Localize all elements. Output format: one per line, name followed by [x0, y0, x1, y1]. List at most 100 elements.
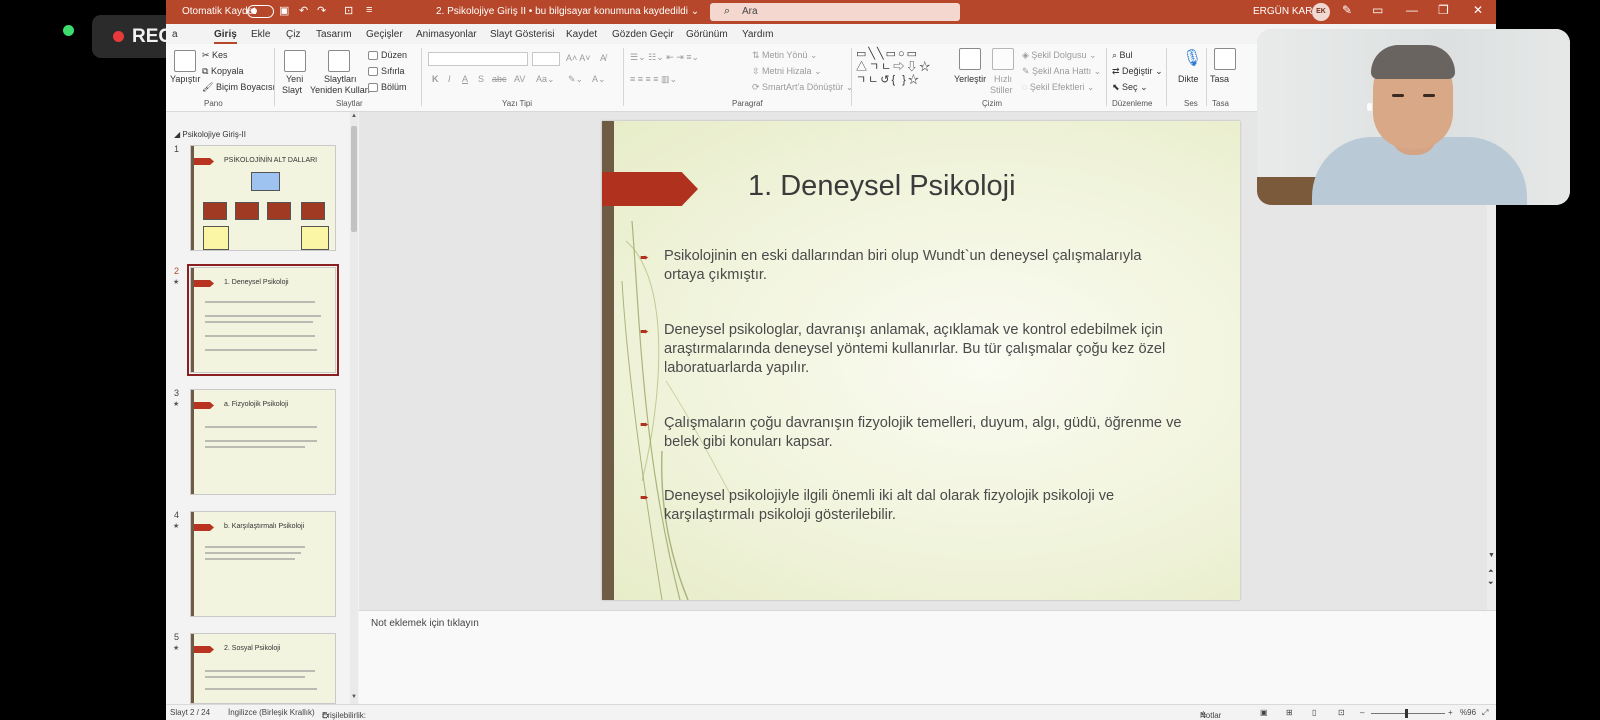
- customize-qat-icon[interactable]: ≡: [366, 4, 372, 16]
- tab-ciz[interactable]: Çiz: [286, 29, 300, 40]
- avatar[interactable]: EK: [1312, 3, 1330, 21]
- designer-icon[interactable]: [1214, 48, 1236, 70]
- tab-gorunum[interactable]: Görünüm: [686, 29, 728, 40]
- maximize-icon[interactable]: ❐: [1438, 3, 1449, 17]
- notes-placeholder[interactable]: Not eklemek için tıklayın: [371, 618, 479, 629]
- highlight-icon[interactable]: ✎⌄: [568, 74, 583, 85]
- scroll-up-icon[interactable]: ▲: [351, 113, 357, 119]
- scroll-thumb[interactable]: [351, 126, 357, 232]
- reuse-slides-label[interactable]: Slaytları: [324, 74, 357, 84]
- document-title[interactable]: 2. Psikolojiye Giriş II • bu bilgisayar …: [436, 6, 699, 17]
- slide-thumbnail-4[interactable]: b. Karşılaştırmalı Psikoloji: [190, 511, 336, 617]
- slide-bullet-3[interactable]: Çalışmaların çoğu davranışın fizyolojik …: [664, 414, 1184, 452]
- slideshow-icon[interactable]: ⊡: [1338, 708, 1345, 717]
- tab-kaydet[interactable]: Kaydet: [566, 29, 597, 40]
- dictate-button[interactable]: Dikte: [1178, 74, 1199, 84]
- bold-icon[interactable]: K: [432, 74, 439, 84]
- user-name[interactable]: ERGÜN KARA: [1253, 6, 1319, 17]
- new-slide-label-2[interactable]: Slayt: [282, 85, 302, 95]
- scroll-down-icon[interactable]: ▼: [1488, 552, 1495, 559]
- bullets-icon[interactable]: ☰⌄ ☷⌄ ⇤ ⇥ ≡⌄: [630, 52, 699, 63]
- tab-yardim[interactable]: Yardım: [742, 29, 774, 40]
- fit-slide-icon[interactable]: ⤢: [1482, 708, 1488, 718]
- slide-bullet-4[interactable]: Deneysel psikolojiyle ilgili önemli iki …: [664, 487, 1184, 525]
- thumbnails-scrollbar[interactable]: ▲ ▼: [350, 112, 358, 704]
- reset-button[interactable]: Sıfırla: [368, 66, 405, 77]
- smartart-button[interactable]: ⟳ SmartArt'a Dönüştür ⌄: [752, 82, 853, 93]
- tab-tasarim[interactable]: Tasarım: [316, 29, 352, 40]
- font-color-icon[interactable]: A⌄: [592, 74, 606, 85]
- zoom-out-icon[interactable]: –: [1360, 708, 1364, 717]
- tab-gecisler[interactable]: Geçişler: [366, 29, 403, 40]
- new-slide-label[interactable]: Yeni: [286, 74, 303, 84]
- tab-slayt-gosterisi[interactable]: Slayt Gösterisi: [490, 29, 554, 40]
- zoom-slider-thumb[interactable]: [1405, 709, 1408, 718]
- font-name-combo[interactable]: [428, 52, 528, 66]
- zoom-level[interactable]: %96: [1460, 708, 1476, 717]
- replace-button[interactable]: ⇄ Değiştir ⌄: [1112, 66, 1163, 77]
- shape-outline-button[interactable]: ✎ Şekil Ana Hattı ⌄: [1022, 66, 1101, 77]
- pen-icon[interactable]: ✎: [1342, 3, 1352, 17]
- slide-thumbnail-2[interactable]: 1. Deneysel Psikoloji: [187, 264, 339, 376]
- tab-animasyonlar[interactable]: Animasyonlar: [416, 29, 477, 40]
- normal-view-icon[interactable]: ▣: [1260, 708, 1268, 717]
- tab-gozden-gecir[interactable]: Gözden Geçir: [612, 29, 674, 40]
- quick-styles-icon[interactable]: [992, 48, 1014, 70]
- slide-canvas[interactable]: 1. Deneysel Psikoloji ➨ Psikolojinin en …: [602, 121, 1240, 600]
- reading-view-icon[interactable]: ▯: [1312, 708, 1316, 717]
- tab-file-partial[interactable]: a: [172, 29, 178, 40]
- paste-button[interactable]: Yapıştır: [170, 74, 200, 84]
- font-grow-icon[interactable]: A˄ A˅: [566, 53, 591, 63]
- font-size-combo[interactable]: [532, 52, 560, 66]
- select-button[interactable]: ⬉ Seç ⌄: [1112, 82, 1148, 93]
- save-icon[interactable]: ▣: [279, 4, 289, 17]
- autosave-toggle[interactable]: [247, 5, 274, 18]
- spacing-icon[interactable]: AV: [514, 74, 525, 84]
- clear-format-icon[interactable]: A̸: [600, 53, 606, 63]
- zoom-slider[interactable]: [1371, 713, 1445, 714]
- format-painter-button[interactable]: 🖌 Biçim Boyacısı: [202, 82, 275, 93]
- zoom-in-icon[interactable]: +: [1448, 708, 1453, 717]
- slide-thumbnail-3[interactable]: a. Fizyolojik Psikoloji: [190, 389, 336, 495]
- shadow-icon[interactable]: S: [478, 74, 484, 84]
- layout-button[interactable]: Düzen: [368, 50, 407, 61]
- reuse-slides-icon[interactable]: [328, 50, 350, 72]
- next-slide-icon[interactable]: ⏷: [1488, 580, 1494, 588]
- close-icon[interactable]: ✕: [1473, 3, 1483, 17]
- shape-fill-button[interactable]: ◈ Şekil Dolgusu ⌄: [1022, 50, 1097, 61]
- reuse-slides-label-2[interactable]: Yeniden Kullan: [310, 85, 370, 95]
- slide-sorter-icon[interactable]: ⊞: [1286, 708, 1293, 717]
- slide-title[interactable]: 1. Deneysel Psikoloji: [748, 170, 1016, 203]
- minimize-icon[interactable]: —: [1406, 3, 1418, 17]
- undo-icon[interactable]: ↶: [299, 4, 308, 17]
- shapes-gallery[interactable]: ▭╲╲▭○▭ △ㄱㄴ⇨⇩☆ ㄱㄴ↺{ }☆: [856, 48, 948, 92]
- slide-thumbnail-5[interactable]: 2. Sosyal Psikoloji: [190, 633, 336, 704]
- align-text-button[interactable]: ⇳ Metni Hizala ⌄: [752, 66, 822, 77]
- new-slide-icon[interactable]: [284, 50, 306, 72]
- quick-styles-label[interactable]: Hızlı: [994, 74, 1012, 84]
- align-icons[interactable]: ≡ ≡ ≡ ≡ ▥⌄: [630, 74, 677, 85]
- cut-button[interactable]: ✂ Kes: [202, 50, 228, 61]
- paste-icon[interactable]: [174, 50, 196, 72]
- text-direction-button[interactable]: ⇅ Metin Yönü ⌄: [752, 50, 817, 61]
- slide-bullet-1[interactable]: Psikolojinin en eski dallarından biri ol…: [664, 247, 1184, 285]
- search-box[interactable]: ⌕ Ara: [710, 3, 960, 21]
- quick-styles-label-2[interactable]: Stiller: [990, 85, 1013, 95]
- slide-bullet-2[interactable]: Deneysel psikologlar, davranışı anlamak,…: [664, 321, 1184, 378]
- designer-button[interactable]: Tasa: [1210, 74, 1229, 84]
- ribbon-display-icon[interactable]: ▭: [1372, 3, 1383, 17]
- section-button[interactable]: Bölüm: [368, 82, 407, 93]
- underline-icon[interactable]: A: [462, 74, 468, 84]
- slide-thumbnail-1[interactable]: PSİKOLOJİNİN ALT DALLARI: [190, 145, 336, 251]
- italic-icon[interactable]: I: [448, 74, 451, 84]
- scroll-down-icon[interactable]: ▼: [351, 694, 357, 700]
- prev-slide-icon[interactable]: ⏶: [1488, 568, 1494, 576]
- microphone-icon[interactable]: 🎙: [1182, 48, 1202, 68]
- section-title[interactable]: ◢ Psikolojiye Giriş-II: [174, 130, 246, 139]
- notes-pane[interactable]: Not eklemek için tıklayın: [359, 610, 1496, 704]
- find-button[interactable]: ⌕ Bul: [1112, 50, 1133, 61]
- tab-giris[interactable]: Giriş: [214, 29, 237, 44]
- present-icon[interactable]: ⊡: [344, 4, 353, 17]
- copy-button[interactable]: ⧉ Kopyala: [202, 66, 243, 77]
- case-icon[interactable]: Aa⌄: [536, 74, 555, 85]
